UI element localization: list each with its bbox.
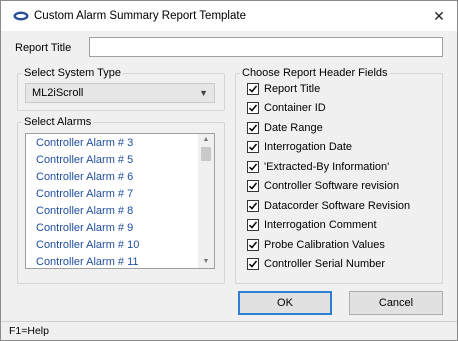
checkbox[interactable] xyxy=(247,122,259,134)
checkbox[interactable] xyxy=(247,239,259,251)
scroll-up-icon[interactable]: ▲ xyxy=(198,134,214,146)
list-item[interactable]: Controller Alarm # 8 xyxy=(36,203,133,220)
app-icon xyxy=(13,11,29,21)
check-icon xyxy=(248,143,258,151)
cancel-button[interactable]: Cancel xyxy=(349,291,443,315)
list-item[interactable]: Controller Alarm # 10 xyxy=(36,237,139,254)
alarms-scrollbar[interactable]: ▲ ▼ xyxy=(198,134,214,268)
header-field-label: Interrogation Comment xyxy=(264,219,377,231)
header-fields-group-label: Choose Report Header Fields xyxy=(240,67,390,79)
header-field-label: Datacorder Software Revision xyxy=(264,200,411,212)
report-title-input[interactable] xyxy=(89,37,443,57)
header-field-label: Interrogation Date xyxy=(264,141,353,153)
header-field-label: Date Range xyxy=(264,122,323,134)
close-icon[interactable]: ✕ xyxy=(421,1,457,31)
alarms-group-label: Select Alarms xyxy=(22,116,94,128)
list-item[interactable]: Controller Alarm # 3 xyxy=(36,135,133,152)
checkbox[interactable] xyxy=(247,141,259,153)
header-field-label: 'Extracted-By Information' xyxy=(264,161,390,173)
dialog-window: Custom Alarm Summary Report Template ✕ R… xyxy=(0,0,458,341)
checkbox[interactable] xyxy=(247,258,259,270)
list-item[interactable]: Controller Alarm # 5 xyxy=(36,152,133,169)
report-title-label: Report Title xyxy=(15,42,72,54)
title-bar: Custom Alarm Summary Report Template ✕ xyxy=(1,1,457,31)
header-field-label: Container ID xyxy=(264,102,326,114)
check-icon xyxy=(248,202,258,210)
check-icon xyxy=(248,182,258,190)
list-item[interactable]: Controller Alarm # 9 xyxy=(36,220,133,237)
header-field-label: Controller Serial Number xyxy=(264,258,386,270)
ok-button[interactable]: OK xyxy=(238,291,332,315)
header-field-label: Probe Calibration Values xyxy=(264,239,385,251)
window-title: Custom Alarm Summary Report Template xyxy=(34,10,246,22)
system-type-dropdown[interactable]: ML2iScroll ▼ xyxy=(25,83,215,103)
list-item[interactable]: Controller Alarm # 7 xyxy=(36,186,133,203)
header-field-label: Controller Software revision xyxy=(264,180,400,192)
check-icon xyxy=(248,124,258,132)
checkbox[interactable] xyxy=(247,83,259,95)
check-icon xyxy=(248,241,258,249)
check-icon xyxy=(248,260,258,268)
checkbox[interactable] xyxy=(247,161,259,173)
system-type-group-label: Select System Type xyxy=(22,67,124,79)
help-hint: F1=Help xyxy=(9,325,49,337)
status-bar: F1=Help xyxy=(1,321,457,340)
check-icon xyxy=(248,104,258,112)
scroll-down-icon[interactable]: ▼ xyxy=(198,256,214,268)
header-field-label: Report Title xyxy=(264,83,321,95)
checkbox[interactable] xyxy=(247,200,259,212)
chevron-down-icon: ▼ xyxy=(199,88,208,98)
check-icon xyxy=(248,85,258,93)
checkbox[interactable] xyxy=(247,180,259,192)
list-item[interactable]: Controller Alarm # 11 xyxy=(36,254,139,268)
check-icon xyxy=(248,163,258,171)
system-type-selected: ML2iScroll xyxy=(32,87,84,99)
check-icon xyxy=(248,221,258,229)
scrollbar-thumb[interactable] xyxy=(201,147,211,161)
alarms-listbox[interactable]: Controller Alarm # 3 Controller Alarm # … xyxy=(25,133,215,269)
checkbox[interactable] xyxy=(247,102,259,114)
list-item[interactable]: Controller Alarm # 6 xyxy=(36,169,133,186)
checkbox[interactable] xyxy=(247,219,259,231)
